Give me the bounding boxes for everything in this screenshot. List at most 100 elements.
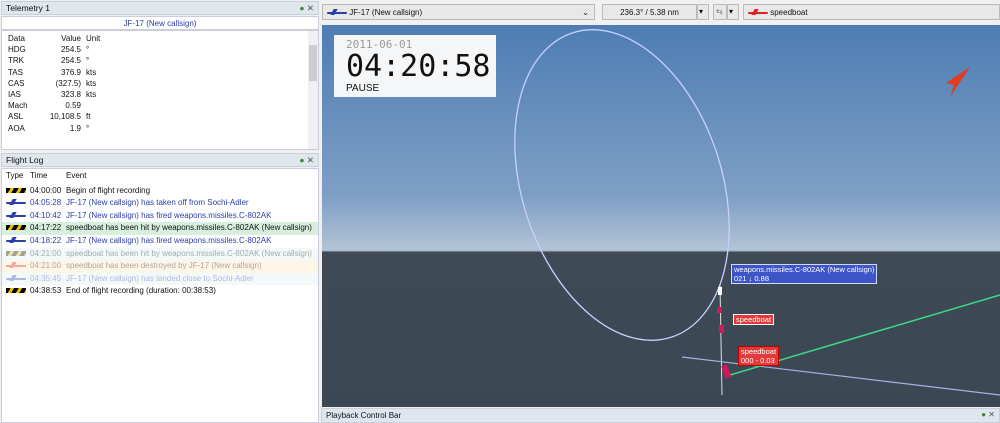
log-event: JF-17 (New callsign) has fired weapons.m… <box>66 235 272 245</box>
telemetry-cell: kts <box>86 67 97 77</box>
telemetry-header-row: Data Value Unit <box>2 33 318 44</box>
bearing-range-display: 236.3° / 5.38 nm <box>602 4 697 20</box>
close-icon[interactable]: ✕ <box>307 155 314 165</box>
primary-object-select[interactable]: JF-17 (New callsign) ⌄ <box>322 4 595 20</box>
col-data[interactable]: Data <box>2 33 36 44</box>
telemetry-cell: ° <box>86 45 90 55</box>
telemetry-scrollbar[interactable] <box>308 31 318 149</box>
speedboat-marker-1 <box>717 307 722 313</box>
telemetry-table: Data Value Unit HDG 254.5 ° TRK 254.5 ° TAS 376… <box>1 30 319 150</box>
telemetry-cell: 254.5 <box>60 45 81 55</box>
telemetry-cell: 1.9 <box>69 123 81 133</box>
clock-time: 04:20:58 <box>346 49 491 84</box>
log-time: 04:10:42 <box>30 210 62 220</box>
telemetry-row: TAS 376.9 kts <box>2 67 318 78</box>
log-row[interactable]: 04:35:45 JF-17 (New callsign) has landed … <box>2 272 318 286</box>
log-row[interactable]: 04:00:00 Begin of flight recording <box>2 185 318 198</box>
primary-object-label: JF-17 (New callsign) <box>349 8 423 17</box>
log-event: speedboat has been destroyed by JF-17 (N… <box>66 261 262 271</box>
log-time: 04:05:28 <box>30 198 62 208</box>
close-icon[interactable]: ✕ <box>988 410 995 419</box>
telemetry-row: ASL 10,108.5 ft <box>2 111 318 122</box>
telemetry-cell: ASL <box>8 112 24 122</box>
direction-arrow-icon <box>946 67 970 97</box>
boat-icon <box>748 9 768 15</box>
log-row[interactable]: 04:10:42 JF-17 (New callsign) has fired w… <box>2 210 318 223</box>
flight-log-header: Flight Log ● ✕ <box>1 153 319 167</box>
flight-log-title: Flight Log <box>6 155 44 165</box>
log-row[interactable]: 04:17:22 speedboat has been hit by weapon… <box>2 222 318 235</box>
telemetry-cell: ft <box>86 112 91 122</box>
missile-label-name: weapons.missiles.C-802AK (New callsign) <box>734 265 875 274</box>
hazard-icon <box>6 225 26 231</box>
close-icon[interactable]: ✕ <box>307 3 314 13</box>
log-event: End of flight recording (duration: 00:38… <box>66 286 216 296</box>
toolbar: JF-17 (New callsign) ⌄ 236.3° / 5.38 nm … <box>321 0 1000 23</box>
log-row[interactable]: 04:38:53 End of flight recording (duratio… <box>2 285 318 298</box>
log-row[interactable]: 04:21:00 speedboat has been destroyed by … <box>2 260 318 273</box>
log-time: 04:18:22 <box>30 235 62 245</box>
log-time: 04:21:00 <box>30 248 62 258</box>
chevron-down-icon: ⌄ <box>582 8 589 17</box>
log-event: Begin of flight recording <box>66 185 151 195</box>
flight-log-list: Type Time Event 04:00:00 Begin of flight … <box>1 168 319 423</box>
telemetry-callsign: JF-17 (New callsign) <box>1 16 319 30</box>
playback-control-bar: Playback Control Bar ● ✕ <box>321 408 1000 423</box>
telemetry-cell: CAS <box>8 78 25 88</box>
log-time: 04:17:22 <box>30 223 62 233</box>
log-event: speedboat has been hit by weapons.missil… <box>66 223 312 233</box>
speedboat-label-2-name: speedboat <box>741 347 777 356</box>
bearing-dropdown[interactable]: ▾ <box>697 4 709 20</box>
col-unit[interactable]: Unit <box>81 33 111 44</box>
missile-trajectory <box>719 284 723 396</box>
log-event: JF-17 (New callsign) has landed close to… <box>66 273 254 283</box>
speedboat-label-2-info: 000 - 0.03 <box>741 356 775 365</box>
swap-dropdown[interactable]: ▾ <box>727 4 739 20</box>
log-row[interactable]: 04:21:00 speedboat has been hit by weapon… <box>2 247 318 261</box>
log-time: 04:35:45 <box>30 273 62 283</box>
log-event: JF-17 (New callsign) has fired weapons.m… <box>66 210 272 220</box>
telemetry-title: Telemetry 1 <box>6 3 50 13</box>
col-event[interactable]: Event <box>66 170 86 183</box>
log-row[interactable]: 04:05:28 JF-17 (New callsign) has taken o… <box>2 197 318 210</box>
telemetry-cell: 376.9 <box>60 67 81 77</box>
telemetry-row: CAS (327.5) kts <box>2 78 318 89</box>
log-time: 04:00:00 <box>30 185 62 195</box>
log-row[interactable]: 04:18:22 JF-17 (New callsign) has fired w… <box>2 235 318 248</box>
col-time[interactable]: Time <box>30 170 66 183</box>
aircraft-icon <box>6 212 26 218</box>
telemetry-row: AOA 1.9 ° <box>2 123 318 134</box>
telemetry-cell: kts <box>86 78 97 88</box>
pin-icon[interactable]: ● <box>981 410 986 419</box>
telemetry-row: HDG 254.5 ° <box>2 44 318 55</box>
playback-title: Playback Control Bar <box>326 411 402 420</box>
col-type[interactable]: Type <box>2 170 30 183</box>
col-value[interactable]: Value <box>36 33 81 44</box>
secondary-object-select[interactable]: speedboat <box>743 4 1000 20</box>
missile-label[interactable]: weapons.missiles.C-802AK (New callsign) … <box>731 264 878 284</box>
log-event: JF-17 (New callsign) has taken off from … <box>66 198 249 208</box>
telemetry-row: Mach 0.59 <box>2 100 318 111</box>
aircraft-icon <box>6 199 26 205</box>
telemetry-cell: 254.5 <box>60 56 81 66</box>
hazard-icon <box>6 187 26 193</box>
log-header-row: Type Time Event <box>2 170 318 183</box>
swap-icon[interactable]: ⇆ <box>713 4 727 20</box>
speedboat-marker-2 <box>719 325 724 333</box>
3d-viewport[interactable]: 2011-06-01 04:20:58 PAUSE weapons.missil… <box>322 25 1000 407</box>
log-time: 04:38:53 <box>30 286 62 296</box>
log-event: speedboat has been hit by weapons.missil… <box>66 248 312 258</box>
telemetry-cell: 10,108.5 <box>49 112 81 122</box>
pin-icon[interactable]: ● <box>299 155 304 165</box>
telemetry-cell: TAS <box>8 67 23 77</box>
telemetry-row: IAS 323.8 kts <box>2 89 318 100</box>
speedboat-label-2[interactable]: speedboat 000 - 0.03 <box>738 346 780 366</box>
hazard-icon <box>6 250 26 256</box>
pin-icon[interactable]: ● <box>299 3 304 13</box>
speedboat-label-1[interactable]: speedboat <box>733 314 775 325</box>
playback-status: PAUSE <box>346 83 380 94</box>
telemetry-cell: IAS <box>8 89 21 99</box>
telemetry-cell: 323.8 <box>60 89 81 99</box>
telemetry-cell: TRK <box>8 56 24 66</box>
aircraft-icon <box>6 275 26 281</box>
